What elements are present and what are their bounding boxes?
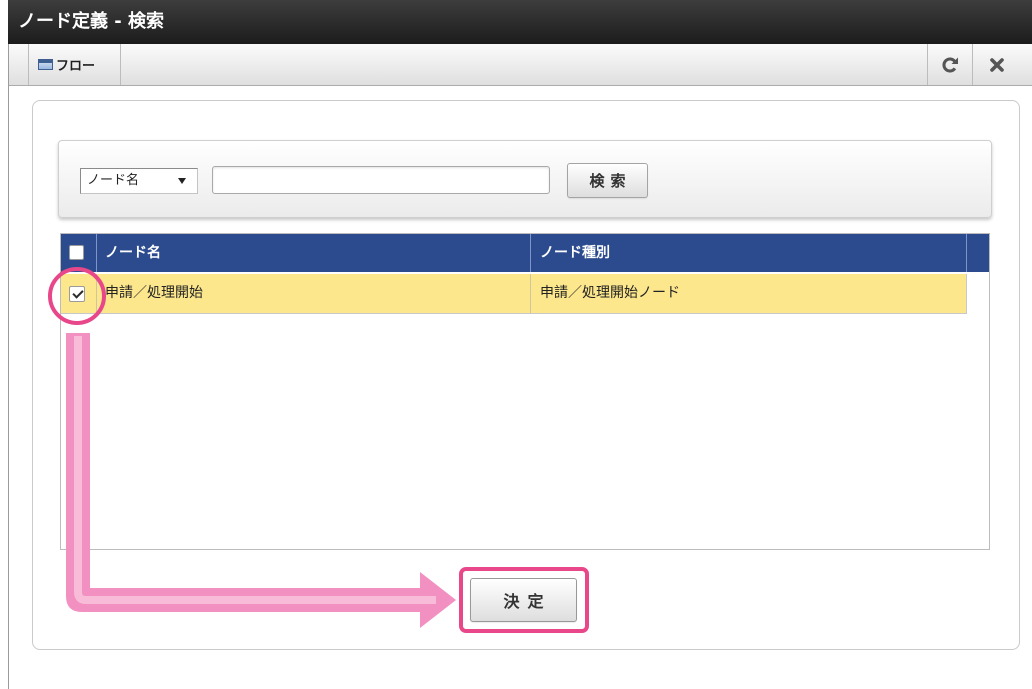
chevron-down-icon (178, 178, 186, 184)
select-all-cell (61, 234, 96, 272)
cell-text: 申請／処理開始 (105, 285, 203, 301)
search-button-label: 検索 (589, 172, 632, 190)
field-select-value: ノード名 (87, 173, 140, 188)
tab-flow-label: フロー (56, 59, 96, 74)
cell-node-type: 申請／処理開始ノード (531, 274, 965, 313)
refresh-button[interactable] (928, 44, 972, 85)
table-row[interactable]: 申請／処理開始 申請／処理開始ノード (61, 274, 967, 314)
close-button[interactable] (973, 44, 1020, 85)
search-input[interactable] (212, 166, 550, 194)
results-table: ノード名 ノード種別 申請／処理開始 申請／処理開始ノード (60, 233, 990, 550)
tab-flow[interactable]: フロー (29, 44, 120, 85)
toolbar-separator (120, 44, 121, 85)
row-checkbox-cell (61, 274, 96, 313)
refresh-icon (942, 57, 958, 72)
confirm-button[interactable]: 決定 (470, 578, 577, 622)
search-button[interactable]: 検索 (567, 163, 648, 198)
column-separator (966, 234, 967, 272)
content-panel: ノード名 検索 ノード名 ノード種別 申請／処理開始 申請／処理開始ノード 決定 (32, 100, 1020, 650)
select-all-checkbox[interactable] (69, 245, 84, 260)
window-left-border (8, 0, 9, 689)
column-header-label: ノード種別 (540, 245, 610, 261)
window-icon (38, 59, 53, 70)
cell-text: 申請／処理開始ノード (540, 285, 680, 301)
column-header-label: ノード名 (105, 245, 161, 261)
column-header-node-name[interactable]: ノード名 (97, 234, 530, 272)
window-title: ノード定義 - 検索 (18, 11, 165, 32)
row-checkbox[interactable] (69, 286, 85, 302)
table-header: ノード名 ノード種別 (61, 234, 989, 272)
cell-node-name: 申請／処理開始 (97, 274, 530, 313)
title-bar: ノード定義 - 検索 (8, 0, 1032, 44)
close-icon (989, 57, 1004, 72)
column-header-node-type[interactable]: ノード種別 (531, 234, 966, 272)
search-area: ノード名 検索 (58, 140, 992, 218)
toolbar: フロー (9, 44, 1032, 86)
field-select[interactable]: ノード名 (80, 168, 198, 194)
page: ノード定義 - 検索 フロー ノード名 検索 ノード名 ノード種別 申請／処理開… (0, 0, 1032, 689)
confirm-button-label: 決定 (503, 592, 552, 611)
